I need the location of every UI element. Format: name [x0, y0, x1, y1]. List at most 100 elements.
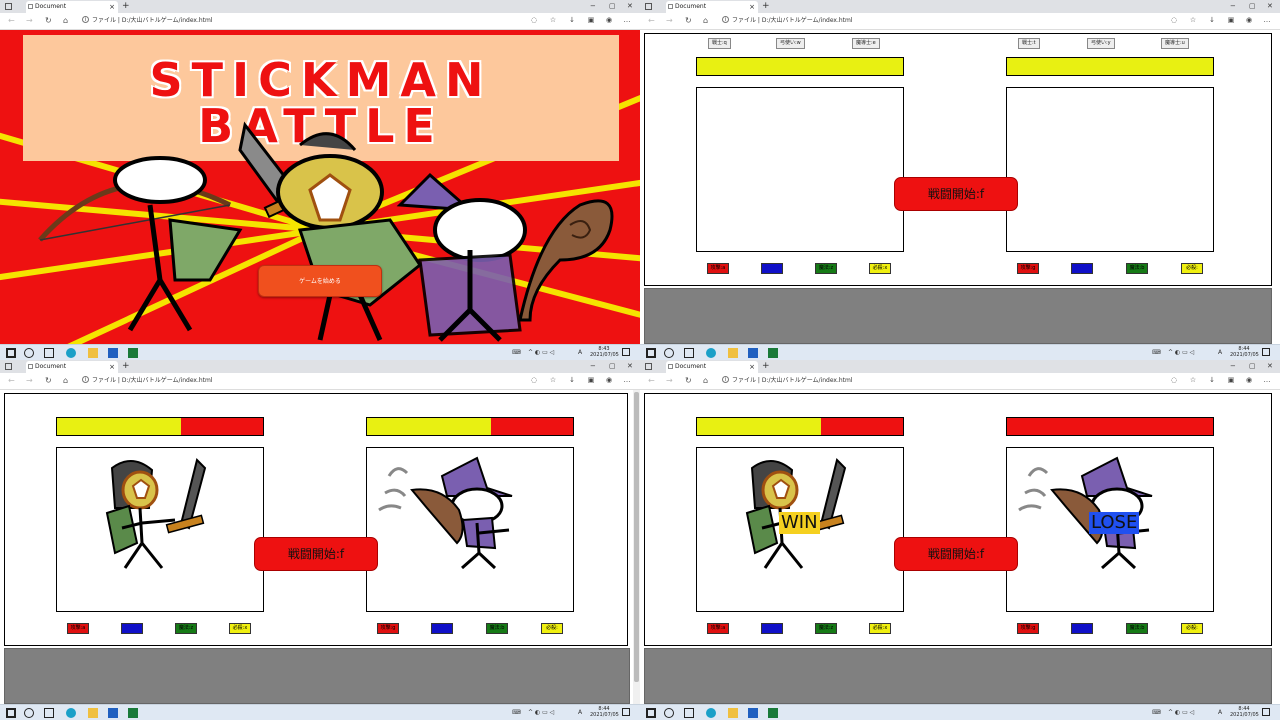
tab-actions-icon[interactable] [645, 3, 652, 10]
notification-icon[interactable] [622, 348, 630, 356]
download-icon[interactable]: ↓ [1208, 376, 1216, 384]
reload-icon[interactable]: ↻ [45, 15, 52, 27]
edge-icon[interactable] [706, 348, 716, 358]
info-icon[interactable]: i [722, 16, 729, 23]
profile-icon[interactable]: ◉ [605, 16, 613, 24]
task-view-icon[interactable] [44, 708, 54, 718]
forward-icon[interactable]: → [26, 375, 33, 387]
reload-icon[interactable]: ↻ [685, 15, 692, 27]
minimize-icon[interactable]: − [590, 0, 596, 12]
search-icon[interactable] [664, 348, 674, 358]
tab-actions-icon[interactable] [5, 363, 12, 370]
collections-icon[interactable]: ▣ [1227, 16, 1235, 24]
collections-icon[interactable]: ▣ [587, 16, 595, 24]
p2-magic-button[interactable]: 魔法:b [1126, 623, 1148, 634]
search-icon[interactable] [24, 348, 34, 358]
ime-indicator[interactable]: A [578, 708, 582, 718]
clock[interactable]: 8:44 2021/07/05 [1230, 346, 1259, 358]
info-icon[interactable]: i [82, 16, 89, 23]
word-icon[interactable] [748, 348, 758, 358]
p1-magic-button[interactable]: 魔法:z [815, 263, 837, 274]
maximize-icon[interactable]: ▢ [609, 0, 616, 12]
excel-icon[interactable] [128, 708, 138, 718]
home-icon[interactable]: ⌂ [703, 15, 708, 27]
start-icon[interactable] [6, 348, 16, 358]
download-icon[interactable]: ↓ [568, 376, 576, 384]
back-icon[interactable]: ← [648, 375, 655, 387]
url-field[interactable]: i ファイル | D:/大山バトルゲーム/index.html [722, 375, 853, 387]
p2-defend-button[interactable]: 防御:h [1071, 623, 1093, 634]
excel-icon[interactable] [768, 708, 778, 718]
task-view-icon[interactable] [684, 348, 694, 358]
maximize-icon[interactable]: ▢ [1249, 0, 1256, 12]
p1-magic-button[interactable]: 魔法:z [175, 623, 197, 634]
p2-attack-button[interactable]: 攻撃:g [1017, 263, 1039, 274]
start-battle-button[interactable]: 戦闘開始:f [894, 537, 1018, 571]
window-close-icon[interactable]: ✕ [1267, 0, 1273, 12]
tab-actions-icon[interactable] [5, 3, 12, 10]
browser-tab[interactable]: Document × [666, 361, 758, 373]
read-aloud-icon[interactable]: ◌ [530, 376, 538, 384]
word-icon[interactable] [748, 708, 758, 718]
more-icon[interactable]: … [1263, 376, 1271, 384]
p1-attack-button[interactable]: 攻撃:a [707, 263, 729, 274]
p2-defend-button[interactable]: 防御:h [1071, 263, 1093, 274]
ime-indicator[interactable]: A [1218, 708, 1222, 718]
p1-special-button[interactable]: 必殺:x [229, 623, 251, 634]
more-icon[interactable]: … [1263, 16, 1271, 24]
profile-icon[interactable]: ◉ [605, 376, 613, 384]
url-field[interactable]: i ファイル | D:/大山バトルゲーム/index.html [82, 15, 213, 27]
reload-icon[interactable]: ↻ [685, 375, 692, 387]
p2-special-button[interactable]: 必殺: [541, 623, 563, 634]
explorer-icon[interactable] [728, 708, 738, 718]
close-tab-icon[interactable]: × [749, 1, 755, 13]
p2-warrior-button[interactable]: 戦士:t [1018, 38, 1040, 49]
explorer-icon[interactable] [88, 348, 98, 358]
favorites-icon[interactable]: ☆ [549, 376, 557, 384]
maximize-icon[interactable]: ▢ [609, 360, 616, 372]
start-icon[interactable] [646, 348, 656, 358]
explorer-icon[interactable] [728, 348, 738, 358]
p2-magic-button[interactable]: 魔法:b [1126, 263, 1148, 274]
tray-icons[interactable]: ^ ◐ ▭ ◁ [528, 708, 554, 718]
browser-tab[interactable]: Document × [26, 1, 118, 13]
read-aloud-icon[interactable]: ◌ [1170, 376, 1178, 384]
notification-icon[interactable] [1262, 708, 1270, 716]
close-tab-icon[interactable]: × [749, 361, 755, 373]
p1-special-button[interactable]: 必殺:x [869, 623, 891, 634]
home-icon[interactable]: ⌂ [703, 375, 708, 387]
url-field[interactable]: i ファイル | D:/大山バトルゲーム/index.html [722, 15, 853, 27]
p1-attack-button[interactable]: 攻撃:a [707, 623, 729, 634]
edge-icon[interactable] [66, 708, 76, 718]
minimize-icon[interactable]: − [590, 360, 596, 372]
download-icon[interactable]: ↓ [1208, 16, 1216, 24]
browser-tab[interactable]: Document × [666, 1, 758, 13]
tray-icons[interactable]: ^ ◐ ▭ ◁ [1168, 348, 1194, 358]
excel-icon[interactable] [128, 348, 138, 358]
back-icon[interactable]: ← [8, 375, 15, 387]
edge-icon[interactable] [706, 708, 716, 718]
start-game-button[interactable]: ゲームを始める [258, 265, 382, 297]
explorer-icon[interactable] [88, 708, 98, 718]
excel-icon[interactable] [768, 348, 778, 358]
task-view-icon[interactable] [684, 708, 694, 718]
clock[interactable]: 8:44 2021/07/05 [590, 706, 619, 718]
read-aloud-icon[interactable]: ◌ [1170, 16, 1178, 24]
forward-icon[interactable]: → [666, 15, 673, 27]
keyboard-icon[interactable]: ⌨ [1152, 348, 1161, 358]
start-icon[interactable] [6, 708, 16, 718]
url-field[interactable]: i ファイル | D:/大山バトルゲーム/index.html [82, 375, 213, 387]
read-aloud-icon[interactable]: ◌ [530, 16, 538, 24]
clock[interactable]: 8:43 2021/07/05 [590, 346, 619, 358]
forward-icon[interactable]: → [666, 375, 673, 387]
more-icon[interactable]: … [623, 376, 631, 384]
home-icon[interactable]: ⌂ [63, 375, 68, 387]
p1-warrior-button[interactable]: 戦士:q [708, 38, 731, 49]
word-icon[interactable] [108, 708, 118, 718]
start-battle-button[interactable]: 戦闘開始:f [254, 537, 378, 571]
p2-attack-button[interactable]: 攻撃:g [1017, 623, 1039, 634]
window-close-icon[interactable]: ✕ [1267, 360, 1273, 372]
favorites-icon[interactable]: ☆ [549, 16, 557, 24]
p1-magic-button[interactable]: 魔法:z [815, 623, 837, 634]
info-icon[interactable]: i [82, 376, 89, 383]
